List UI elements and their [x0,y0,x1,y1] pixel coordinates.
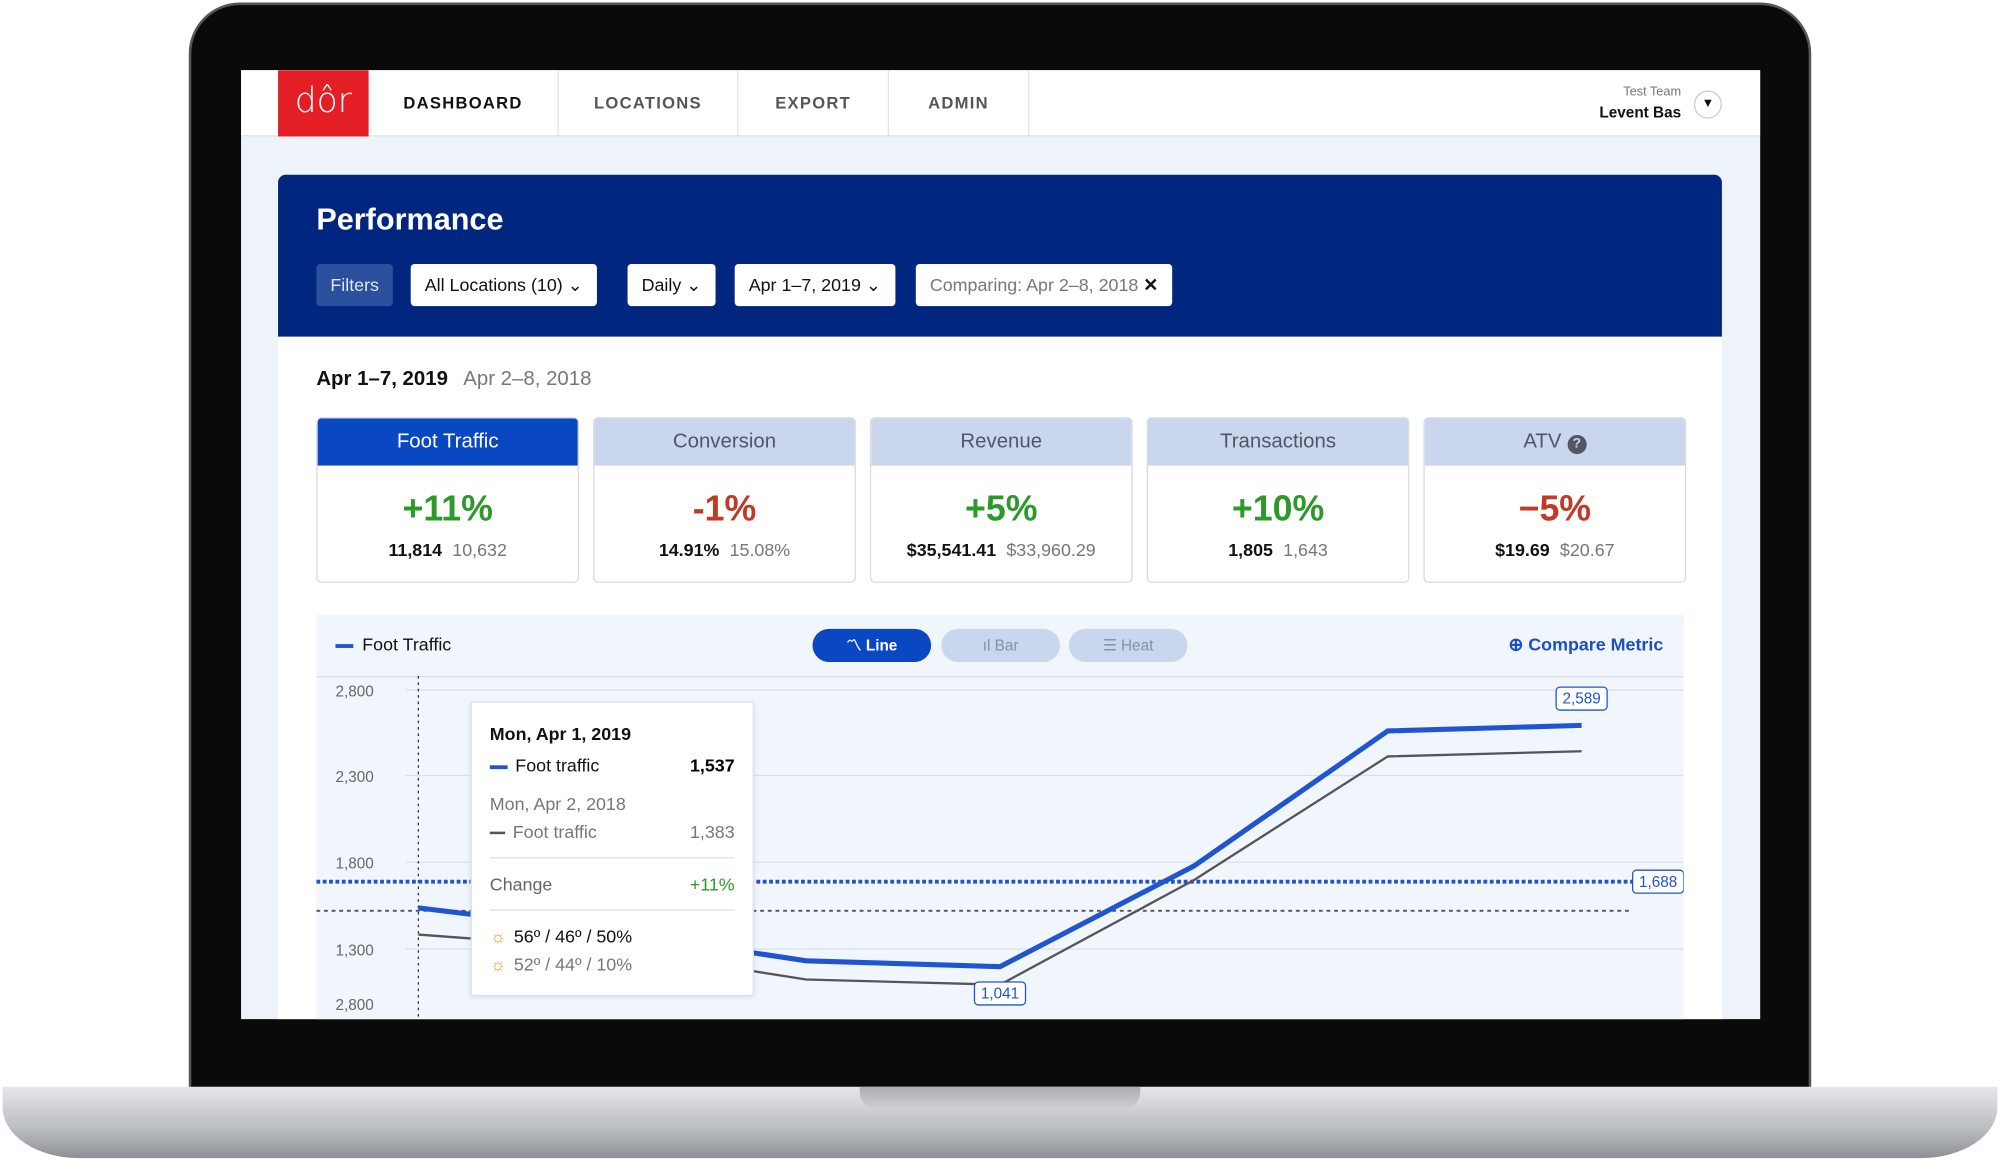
kpi-card-revenue[interactable]: Revenue +5% $35,541.41 $33,960.29 [869,417,1133,583]
kpi-current: 1,805 [1228,539,1273,560]
kpi-label: Transactions [1220,431,1337,453]
kpi-label: Revenue [960,431,1043,453]
kpi-current: $35,541.41 [906,539,997,560]
granularity-value: Daily [641,274,682,295]
laptop-notch [859,1086,1141,1110]
kpi-values: 1,805 1,643 [1148,540,1408,560]
data-label-text: 2,589 [1562,691,1600,708]
average-label-text: 1,688 [1639,874,1677,891]
tooltip-label: Foot traffic [515,755,600,776]
data-label: 2,589 [1555,686,1608,711]
page-title: Performance [316,202,504,238]
kpi-card-conversion[interactable]: Conversion -1% 14.91% 15.08% [593,417,856,583]
kpi-previous: $33,960.29 [1006,539,1096,560]
location-select[interactable]: All Locations (10) ⌄ [410,264,597,307]
y-tick-label: 1,800 [335,856,373,873]
user-menu[interactable]: Test Team Levent Bas [1599,85,1681,121]
chart-tooltip: Mon, Apr 1, 2019 Foot traffic 1,537 Mon, … [470,701,754,997]
average-label: 1,688 [1632,869,1684,894]
chevron-down-icon: ⌄ [567,274,583,295]
current-range: Apr 1–7, 2019 [316,368,448,391]
kpi-current: $19.69 [1495,539,1550,560]
date-summary: Apr 1–7, 2019 Apr 2–8, 2018 [316,369,591,392]
tooltip-value: 1,537 [689,755,735,776]
tooltip-date: Mon, Apr 1, 2019 [489,723,632,744]
kpi-label: Conversion [672,431,777,453]
y-tick-label: 2,800 [335,683,373,700]
filters-button[interactable]: Filters [316,264,394,307]
date-range-select[interactable]: Apr 1–7, 2019 ⌄ [734,264,895,307]
weather-previous: 52º / 44º / 10% [513,954,633,975]
weather-current: 56º / 46º / 50% [513,926,633,947]
kpi-current: 11,814 [388,539,443,560]
kpi-card-transactions[interactable]: Transactions +10% 1,805 1,643 [1146,417,1410,583]
chevron-down-icon: ⌄ [865,274,881,295]
tooltip-prev-date: Mon, Apr 2, 2018 [489,793,626,814]
team-name: Test Team [1623,85,1682,100]
kpi-previous: $20.67 [1559,539,1615,560]
date-range-value: Apr 1–7, 2019 [748,274,861,295]
kpi-values: 11,814 10,632 [318,540,578,560]
kpi-previous: 15.08% [729,539,791,560]
logo[interactable]: dôr [278,70,369,137]
kpi-change: +5% [965,488,1038,529]
chevron-down-icon[interactable]: ▼ [1693,90,1722,119]
comparison-value: Comparing: Apr 2–8, 2018 [929,274,1139,295]
data-label: 1,041 [973,981,1027,1006]
chevron-down-icon: ⌄ [686,274,702,295]
kpi-title: Revenue [871,418,1132,466]
kpi-card-atv[interactable]: ATV ? −5% $19.69 $20.67 [1423,417,1687,583]
kpi-title: Transactions [1147,418,1409,466]
sun-icon: ☼ [489,954,507,975]
kpi-change: +11% [402,488,493,529]
kpi-change: +10% [1231,488,1325,529]
sun-icon: ☼ [489,926,507,947]
legend-swatch [489,832,506,835]
metrics-card: Apr 1–7, 2019 Apr 2–8, 2018 Foot Traffic … [278,336,1722,1020]
kpi-previous: 10,632 [452,539,507,560]
kpi-values: 14.91% 15.08% [594,540,854,560]
comparison-chip[interactable]: Comparing: Apr 2–8, 2018 ✕ [915,264,1173,307]
granularity-select[interactable]: Daily ⌄ [627,264,716,307]
y-tick-label: 2,800 [335,997,373,1014]
legend-swatch [489,765,508,769]
location-value: All Locations (10) [424,274,563,295]
close-icon[interactable]: ✕ [1143,274,1158,294]
kpi-card-foot-traffic[interactable]: Foot Traffic +11% 11,814 10,632 [316,417,580,583]
performance-header: Performance Filters All Locations (10) ⌄… [278,174,1722,337]
previous-range: Apr 2–8, 2018 [463,368,592,391]
top-nav: dôr DASHBOARD LOCATIONS EXPORT ADMIN Tes… [241,70,1761,137]
y-tick-label: 1,300 [335,942,373,959]
kpi-title: Foot Traffic [317,418,578,466]
kpi-values: $19.69 $20.67 [1425,540,1685,560]
chart-panel: Foot Traffic 〽 Line ıl Bar ☰ Heat ⊕ Comp… [316,614,1684,1020]
kpi-change: -1% [692,488,757,529]
data-label-text: 1,041 [981,986,1019,1003]
kpi-values: $35,541.41 $33,960.29 [871,540,1131,560]
y-tick-label: 2,300 [335,769,373,786]
tab-locations[interactable]: LOCATIONS [559,70,739,137]
user-name: Levent Bas [1599,103,1682,122]
screen: dôr DASHBOARD LOCATIONS EXPORT ADMIN Tes… [241,70,1761,1020]
change-value: +11% [689,873,735,895]
kpi-label: Foot Traffic [396,431,499,453]
tooltip-prev-value: 1,383 [689,821,735,842]
kpi-previous: 1,643 [1283,539,1328,560]
kpi-current: 14.91% [658,539,720,560]
tab-admin[interactable]: ADMIN [889,70,1030,137]
divider [489,909,735,911]
kpi-label: ATV [1523,431,1562,453]
tab-export[interactable]: EXPORT [739,70,890,137]
kpi-change: −5% [1518,488,1592,529]
divider [489,857,735,859]
change-label: Change [489,873,553,895]
kpi-title: ATV ? [1424,418,1685,466]
help-icon[interactable]: ? [1567,434,1587,455]
tab-dashboard[interactable]: DASHBOARD [369,70,559,137]
kpi-title: Conversion [594,418,855,466]
tooltip-prev-label: Foot traffic [512,821,597,842]
